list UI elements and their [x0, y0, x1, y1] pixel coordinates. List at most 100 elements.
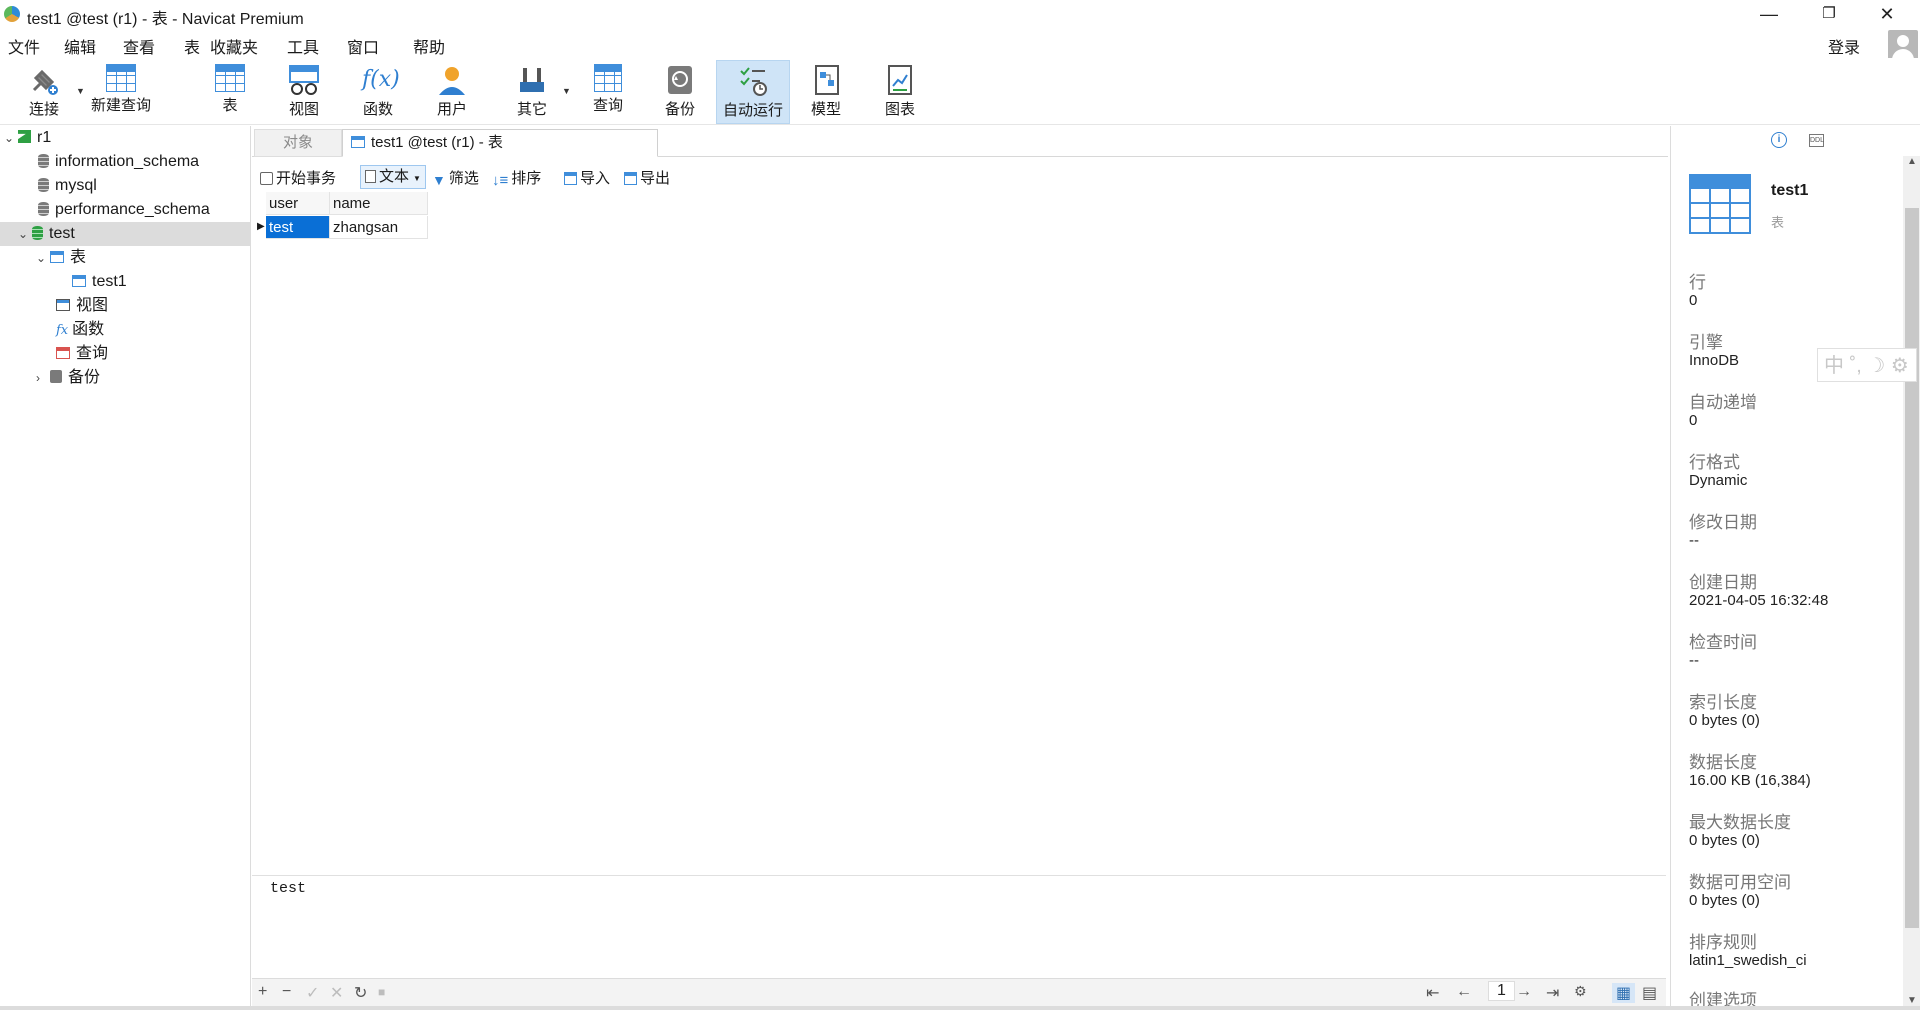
other-label: 其它: [516, 101, 547, 118]
menu-table[interactable]: 表: [184, 34, 200, 58]
database-icon: [38, 178, 49, 192]
user-button[interactable]: 用户: [422, 60, 482, 122]
last-page-button[interactable]: ⇥: [1546, 983, 1559, 1003]
prop-check-time-value: --: [1689, 652, 1699, 669]
menu-help[interactable]: 帮助: [413, 34, 445, 58]
transaction-icon: [260, 172, 273, 185]
scroll-down-icon[interactable]: ▼: [1903, 995, 1920, 1006]
prop-modified-label: 修改日期: [1689, 513, 1757, 532]
refresh-button[interactable]: ↻: [354, 983, 367, 1003]
apply-changes-button[interactable]: ✓: [306, 983, 319, 1003]
menu-file[interactable]: 文件: [8, 34, 40, 58]
begin-transaction-button[interactable]: 开始事务: [260, 167, 336, 188]
column-header-name[interactable]: name: [330, 192, 428, 215]
tab-objects[interactable]: 对象: [254, 129, 342, 157]
scroll-up-icon[interactable]: ▲: [1903, 156, 1920, 167]
chevron-down-icon[interactable]: ▼: [413, 174, 421, 183]
info-icon[interactable]: i: [1771, 132, 1787, 148]
function-label: 函数: [362, 101, 393, 118]
export-label: 导出: [640, 170, 671, 187]
next-page-button[interactable]: →: [1516, 983, 1532, 1001]
close-button[interactable]: ✕: [1858, 0, 1916, 29]
filter-button[interactable]: ▼ 筛选: [432, 167, 479, 188]
ddl-icon[interactable]: DDL: [1809, 134, 1824, 147]
function-icon: fx: [56, 323, 69, 338]
tree-table-test1[interactable]: test1: [72, 270, 127, 294]
first-page-button[interactable]: ⇤: [1426, 983, 1439, 1003]
connect-dropdown-arrow[interactable]: ▼: [76, 86, 85, 96]
tree-views-folder[interactable]: 视图: [56, 294, 108, 318]
view-icon: [288, 64, 320, 96]
other-dropdown-arrow[interactable]: ▼: [562, 86, 571, 96]
tree-db-information-schema[interactable]: information_schema: [38, 150, 199, 174]
table-button[interactable]: 表: [200, 60, 260, 122]
prop-row-format-label: 行格式: [1689, 453, 1740, 472]
chevron-down-icon[interactable]: ⌄: [18, 222, 32, 246]
settings-icon[interactable]: ⚙: [1574, 983, 1587, 1000]
grid-view-button[interactable]: ▦: [1612, 983, 1636, 1003]
prop-row-format-value: Dynamic: [1689, 472, 1748, 489]
connect-button[interactable]: 连接: [14, 60, 74, 122]
tree-db-performance-schema[interactable]: performance_schema: [38, 198, 210, 222]
prev-page-button[interactable]: ←: [1456, 983, 1472, 1001]
tab-bar: 对象 test1 @test (r1) - 表: [252, 126, 1668, 157]
menu-window[interactable]: 窗口: [347, 34, 379, 58]
discard-changes-button[interactable]: ✕: [330, 983, 343, 1003]
text-button[interactable]: 文本 ▼: [360, 165, 426, 189]
tree-db-mysql[interactable]: mysql: [38, 174, 97, 198]
add-record-button[interactable]: +: [258, 983, 267, 1001]
function-button[interactable]: f(x) 函数: [348, 60, 408, 122]
text-label: 文本: [379, 168, 410, 185]
form-view-button[interactable]: ▤: [1642, 983, 1657, 1003]
cell-text-editor[interactable]: test: [252, 875, 1666, 978]
scrollbar-thumb[interactable]: [1905, 208, 1919, 928]
ime-toolbar[interactable]: 中 ˚, ☽ ⚙: [1817, 348, 1917, 382]
menu-view[interactable]: 查看: [123, 34, 155, 58]
model-button[interactable]: 模型: [796, 60, 856, 122]
backups-folder-label: 备份: [68, 369, 101, 386]
restore-button[interactable]: ❐: [1800, 0, 1858, 29]
tab-test1-table[interactable]: test1 @test (r1) - 表: [342, 129, 658, 157]
view-button[interactable]: 视图: [274, 60, 334, 122]
query-label: 查询: [592, 97, 623, 114]
connection-label: r1: [37, 129, 52, 146]
query-button[interactable]: 查询: [578, 60, 638, 122]
tree-backups-folder[interactable]: › 备份: [36, 366, 100, 390]
menu-tools[interactable]: 工具: [287, 34, 319, 58]
automation-button[interactable]: 自动运行: [716, 60, 790, 124]
automation-label: 自动运行: [722, 102, 783, 119]
new-query-button[interactable]: 新建查询: [88, 60, 154, 122]
stop-button[interactable]: ■: [378, 985, 385, 999]
tree-db-test[interactable]: ⌄ test: [0, 222, 250, 246]
tree-connection-r1[interactable]: ⌄ r1: [4, 126, 51, 150]
sort-label: 排序: [511, 170, 542, 187]
menu-favorites[interactable]: 收藏夹: [210, 34, 258, 58]
backup-button[interactable]: 备份: [650, 60, 710, 122]
chevron-down-icon[interactable]: ⌄: [36, 246, 50, 270]
login-link[interactable]: 登录: [1828, 34, 1860, 58]
minimize-button[interactable]: —: [1740, 0, 1798, 29]
views-folder-label: 视图: [76, 297, 109, 314]
export-button[interactable]: 导出: [624, 167, 670, 188]
table-icon: [72, 275, 86, 287]
sort-button[interactable]: ↓≡ 排序: [492, 167, 542, 189]
chevron-down-icon[interactable]: ⌄: [4, 126, 18, 150]
other-button[interactable]: 其它: [502, 60, 562, 122]
cell-name[interactable]: zhangsan: [330, 216, 428, 239]
menu-edit[interactable]: 编辑: [64, 34, 96, 58]
chart-button[interactable]: 图表: [870, 60, 930, 122]
column-header-user[interactable]: user: [266, 192, 330, 215]
cell-user[interactable]: test: [266, 216, 330, 239]
tree-tables-folder[interactable]: ⌄ 表: [36, 246, 86, 270]
editor-content[interactable]: test: [270, 880, 306, 897]
db-label: mysql: [55, 177, 97, 194]
tree-functions-folder[interactable]: fx 函数: [56, 318, 104, 342]
delete-record-button[interactable]: −: [282, 983, 291, 1001]
info-panel-scrollbar[interactable]: ▲ ▼: [1903, 156, 1920, 1006]
prop-data-free-value: 0 bytes (0): [1689, 892, 1760, 909]
avatar[interactable]: [1888, 30, 1918, 60]
page-number[interactable]: 1: [1488, 981, 1515, 1001]
tree-queries-folder[interactable]: 查询: [56, 342, 108, 366]
chevron-right-icon[interactable]: ›: [36, 366, 50, 390]
import-button[interactable]: 导入: [564, 167, 610, 188]
